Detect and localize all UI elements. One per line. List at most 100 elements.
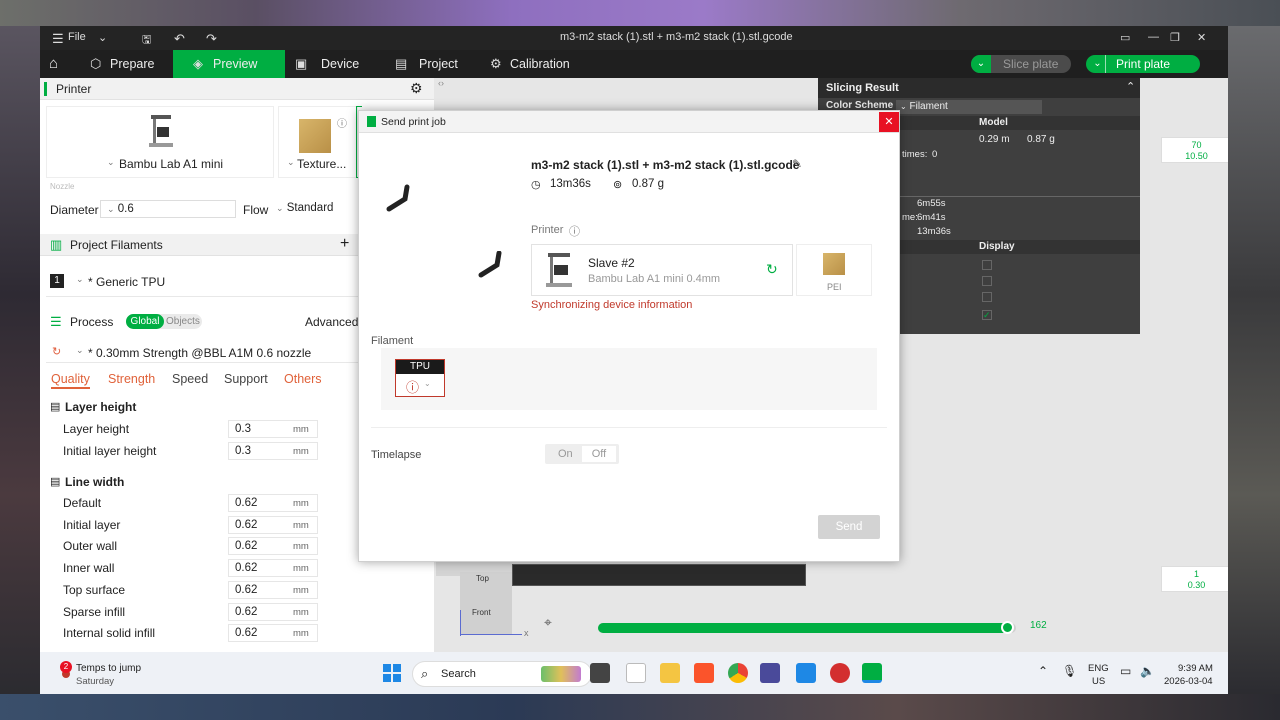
color-scheme-select[interactable]: ⌄ Filament [896, 100, 1042, 114]
info-icon[interactable]: ⓘ [337, 115, 347, 130]
collapse-sidebar-icon[interactable]: ‹› [438, 78, 444, 88]
tab-others[interactable]: Others [284, 372, 322, 386]
print-plate-button[interactable]: ⌄ Print plate [1086, 55, 1200, 73]
printer-preset[interactable]: ⌄ Bambu Lab A1 mini [46, 106, 274, 178]
app-icon-red[interactable] [830, 663, 850, 683]
bambu-studio-taskbar-icon[interactable] [862, 663, 882, 683]
diameter-select[interactable]: ⌄ 0.6 [100, 200, 236, 218]
weather-title[interactable]: Temps to jump [76, 663, 141, 674]
setting-value: 0.62 [235, 627, 258, 640]
close-window-button[interactable]: ✕ [1197, 31, 1206, 44]
display-checkbox-4[interactable]: ✓ [982, 310, 992, 320]
timelapse-toggle[interactable]: On Off [545, 444, 619, 464]
flow-select[interactable]: ⌄ Standard [270, 200, 360, 218]
tab-calibration[interactable]: ⚙ Calibration [480, 50, 610, 78]
tab-quality[interactable]: Quality [51, 372, 90, 389]
maximize-button[interactable]: ❐ [1170, 31, 1180, 44]
tab-speed[interactable]: Speed [172, 372, 208, 386]
dialog-close-button[interactable]: ✕ [879, 112, 899, 132]
notepad-icon[interactable] [626, 663, 646, 683]
slice-plate-button[interactable]: ⌄ Slice plate [971, 55, 1071, 73]
global-toggle-option[interactable]: Global [126, 314, 164, 329]
tab-project-label: Project [419, 57, 458, 71]
home-button[interactable]: ⌂ [40, 50, 72, 78]
print-dropdown-icon[interactable]: ⌄ [1090, 55, 1106, 73]
filament-index-badge[interactable]: 1 [50, 274, 64, 288]
filament-name[interactable]: * Generic TPU [88, 275, 165, 289]
setting-label: Top surface [63, 582, 126, 597]
edit-name-icon[interactable]: ✎ [792, 157, 802, 171]
language-primary[interactable]: ENG [1088, 663, 1109, 674]
tab-preview[interactable]: ◈ Preview [173, 50, 285, 78]
refresh-icon[interactable]: ↻ [766, 261, 778, 278]
redo-icon[interactable]: ↷ [206, 31, 217, 47]
help-icon[interactable]: ⓘ [569, 223, 580, 239]
tab-strength[interactable]: Strength [108, 372, 155, 386]
view-cube[interactable]: Top Front [460, 572, 512, 634]
network-icon[interactable]: ▭ [1120, 664, 1131, 678]
process-header-label: Process [70, 315, 114, 329]
add-filament-button[interactable]: + [340, 235, 349, 253]
dialog-header: Send print job ✕ [359, 111, 899, 133]
move-slider-track[interactable] [598, 621, 1016, 634]
model-thumbnail [385, 183, 417, 217]
chevron-up-icon[interactable]: ⌃ [1038, 664, 1048, 678]
layout-icon[interactable]: ▭ [1120, 31, 1130, 44]
plate-type-card[interactable]: PEI [796, 244, 872, 296]
objects-toggle-option[interactable]: Objects [166, 314, 200, 329]
microphone-icon[interactable]: 🎙 [1062, 664, 1077, 678]
process-profile[interactable]: * 0.30mm Strength @BBL A1M 0.6 nozzle [88, 346, 311, 360]
taskbar-search-box[interactable]: ⌕ Search [412, 661, 592, 687]
advanced-toggle[interactable]: Advanced [305, 315, 358, 329]
clock-time[interactable]: 9:39 AM [1178, 663, 1213, 674]
brave-browser-icon[interactable] [694, 663, 714, 683]
display-checkbox-3[interactable] [982, 292, 992, 302]
cube-icon: ⬡ [90, 56, 102, 71]
undo-icon[interactable]: ↶ [174, 31, 185, 47]
setting-unit: mm [293, 584, 309, 596]
language-secondary[interactable]: US [1092, 676, 1105, 687]
file-menu[interactable]: File [68, 31, 86, 43]
mobaxterm-icon[interactable] [760, 663, 780, 683]
windows-start-icon[interactable] [382, 663, 402, 683]
task-view-icon[interactable] [590, 663, 610, 683]
plate-thumbnail [299, 119, 331, 153]
volume-icon[interactable]: 🔈 [1140, 664, 1155, 678]
timelapse-off-option[interactable]: Off [582, 446, 616, 462]
camera-target-icon[interactable]: ⌖ [544, 614, 552, 631]
file-explorer-icon[interactable] [660, 663, 680, 683]
tab-device[interactable]: ▣ Device [285, 50, 385, 78]
slice-plate-label: Slice plate [1003, 57, 1059, 71]
send-button[interactable]: Send [818, 515, 880, 539]
reset-icon[interactable]: ↻ [52, 345, 61, 358]
display-checkbox-1[interactable] [982, 260, 992, 270]
view-cube-front[interactable]: Front [472, 608, 491, 617]
tab-support[interactable]: Support [224, 372, 268, 386]
move-slider-handle[interactable] [1000, 621, 1014, 634]
model-column-header: Model [979, 117, 1008, 128]
chevron-up-icon[interactable]: ⌃ [1126, 80, 1135, 93]
printer-select[interactable]: Slave #2 Bambu Lab A1 mini 0.4mm ↻ [531, 244, 793, 296]
model-time-label: me: [902, 212, 918, 223]
clock-date[interactable]: 2026-03-04 [1164, 676, 1213, 687]
minimize-button[interactable]: — [1148, 31, 1159, 43]
view-cube-top[interactable]: Top [476, 574, 489, 583]
chevron-down-icon[interactable]: ⌄ [98, 31, 107, 44]
filament-slot[interactable]: TPU ⓘ ⌄ [395, 359, 445, 397]
layer-height-icon: ▤ [50, 401, 61, 413]
app-icon[interactable] [796, 663, 816, 683]
chrome-icon[interactable] [728, 663, 748, 683]
layer-top-label: 70 10.50 [1161, 137, 1228, 163]
hamburger-menu-icon[interactable]: ☰ [52, 31, 64, 47]
selected-printer-name: Slave #2 [588, 256, 635, 270]
save-icon[interactable]: 🖫 [142, 31, 151, 50]
slice-dropdown-icon[interactable]: ⌄ [971, 55, 991, 73]
plate-preset[interactable]: ⓘ ⌄ Texture... [278, 106, 358, 178]
timelapse-on-option[interactable]: On [558, 448, 573, 460]
display-checkbox-2[interactable] [982, 276, 992, 286]
printer-settings-icon[interactable]: ⚙ [410, 80, 423, 97]
tab-project[interactable]: ▤ Project [385, 50, 485, 78]
global-objects-toggle[interactable]: Global Objects [126, 314, 202, 329]
diameter-value: 0.6 [117, 203, 134, 215]
setting-unit: mm [293, 563, 309, 575]
